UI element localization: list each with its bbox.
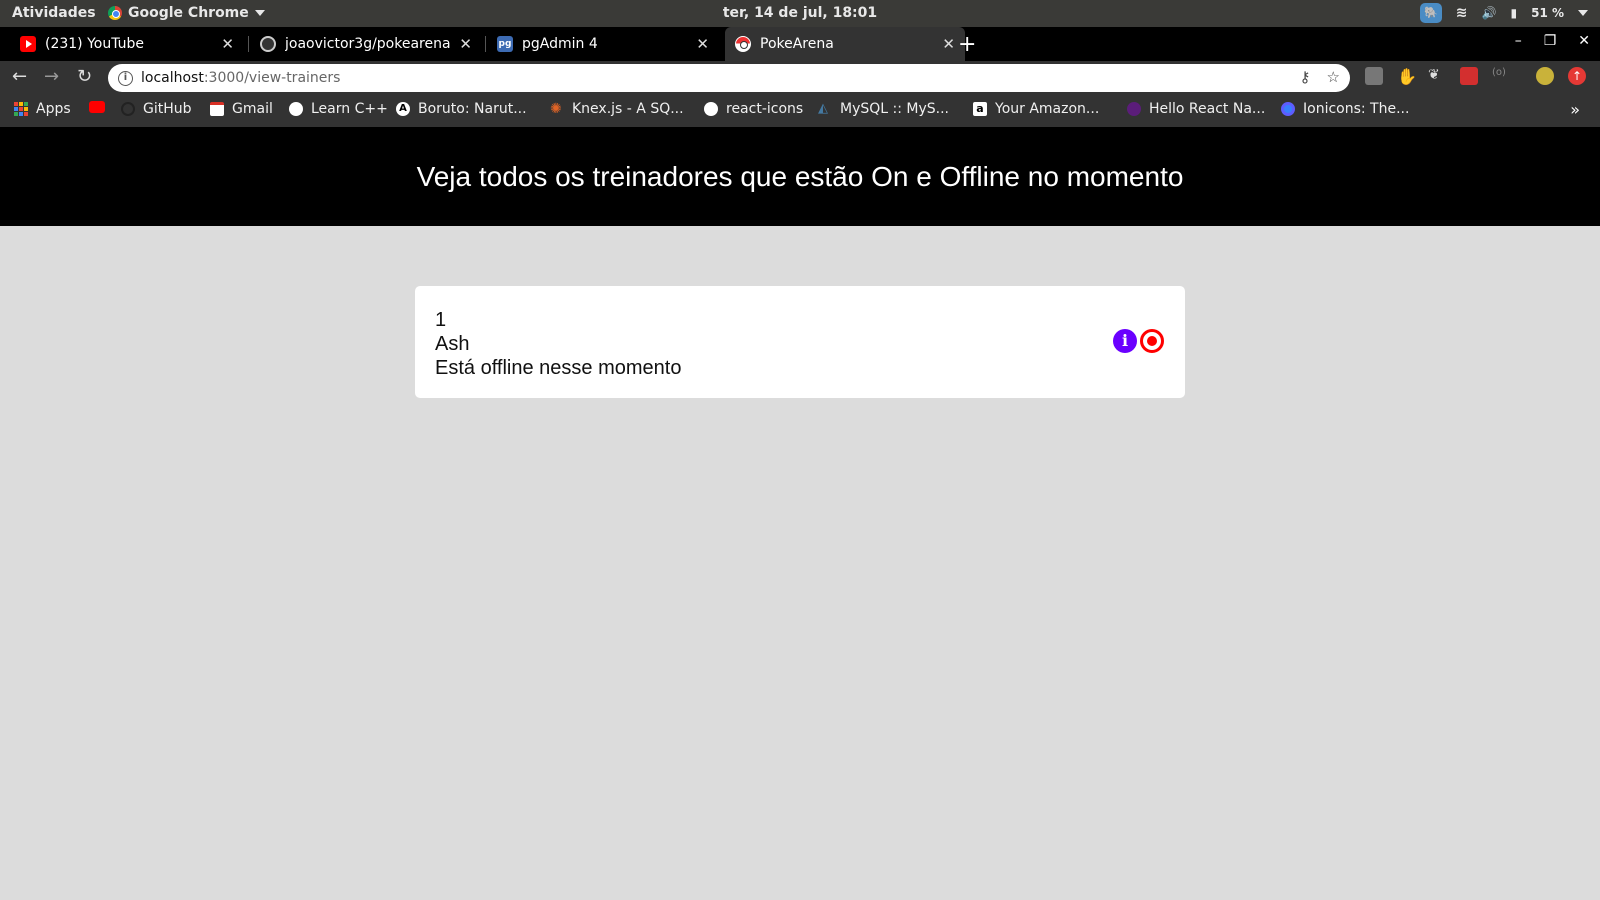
tab-pokearena[interactable]: PokeArena ✕ (725, 27, 965, 61)
bookmark-label: GitHub (143, 101, 192, 117)
address-bar-actions: ⚷ ☆ (1300, 68, 1340, 86)
more-bookmarks-icon[interactable]: » (1570, 100, 1580, 119)
bookmark-ionicons[interactable]: Ionicons: The... (1281, 101, 1409, 117)
bookmark-label: Hello React Na... (1149, 101, 1266, 117)
globe-icon (704, 102, 718, 116)
url-path: :3000/view-trainers (203, 70, 341, 86)
new-tab-button[interactable]: + (958, 32, 976, 57)
close-window-icon[interactable]: ✕ (1578, 33, 1590, 49)
battery-percent: 51 % (1531, 6, 1564, 20)
bookmarks-bar: Apps GitHub Gmail Learn C++ A Boruto: Na… (0, 94, 1600, 127)
close-icon[interactable]: ✕ (221, 35, 234, 53)
knex-icon: ✺ (550, 101, 562, 117)
trainer-actions: i (1113, 329, 1164, 353)
close-icon[interactable]: ✕ (942, 35, 955, 53)
hand-extension-icon[interactable]: ✋ (1397, 67, 1417, 86)
update-icon[interactable]: ↑ (1568, 67, 1586, 85)
react-native-icon (1127, 102, 1141, 116)
bookmark-label: react-icons (726, 101, 804, 117)
close-icon[interactable]: ✕ (459, 35, 472, 53)
tab-strip: (231) YouTube ✕ joaovictor3g/pokearena ✕… (0, 27, 1600, 61)
reload-icon[interactable]: ↻ (77, 66, 92, 87)
tab-youtube[interactable]: (231) YouTube ✕ (10, 27, 244, 61)
info-icon[interactable]: i (1113, 329, 1137, 353)
system-clock[interactable]: ter, 14 de jul, 18:01 (0, 5, 1600, 21)
bookmark-youtube[interactable] (89, 101, 113, 113)
page-header: Veja todos os treinadores que estão On e… (0, 127, 1600, 226)
globe-icon (289, 102, 303, 116)
browser-toolbar: ← → ↻ i localhost:3000/view-trainers ⚷ ☆… (0, 61, 1600, 94)
ionicons-icon (1281, 102, 1295, 116)
bookmark-apps[interactable]: Apps (14, 101, 71, 117)
bookmark-react-icons[interactable]: react-icons (704, 101, 803, 117)
bookmark-label: Knex.js - A SQ... (572, 101, 684, 117)
page-title: Veja todos os treinadores que estão On e… (416, 160, 1184, 192)
extension-icon[interactable] (1365, 67, 1383, 85)
bookmark-mysql[interactable]: ◭ MySQL :: MyS... (818, 101, 949, 117)
url-host: localhost (141, 70, 204, 86)
avatar[interactable] (1536, 67, 1554, 85)
bookmark-knex[interactable]: ✺ Knex.js - A SQ... (550, 101, 684, 117)
site-info-icon[interactable]: i (118, 70, 133, 86)
trainer-name: Ash (435, 333, 470, 355)
postgres-icon[interactable]: 🐘 (1419, 3, 1442, 23)
bookmark-label: Gmail (232, 101, 273, 117)
window-controls: – ❐ ✕ (1515, 33, 1590, 49)
bookmark-label: Apps (36, 101, 71, 117)
system-top-bar: Atividades Google Chrome ter, 14 de jul,… (0, 0, 1600, 27)
amazon-icon: a (973, 102, 987, 116)
bookmark-boruto[interactable]: A Boruto: Narut... (396, 101, 527, 117)
bookmark-gmail[interactable]: Gmail (210, 101, 273, 117)
bookmark-star-icon[interactable]: ☆ (1327, 68, 1340, 86)
minimize-icon[interactable]: – (1515, 33, 1522, 49)
bookmark-learn-cpp[interactable]: Learn C++ (289, 101, 388, 117)
tab-title: PokeArena (760, 36, 834, 52)
tab-divider (485, 36, 486, 52)
mysql-icon: ◭ (818, 101, 828, 116)
volume-icon: 🔊 (1481, 6, 1497, 20)
address-bar[interactable]: i localhost:3000/view-trainers ⚷ ☆ (108, 64, 1350, 92)
trainer-status-text: Está offline nesse momento (435, 357, 682, 379)
tab-github[interactable]: joaovictor3g/pokearena ✕ (250, 27, 482, 61)
forward-arrow-icon[interactable]: → (44, 66, 59, 87)
bookmark-github[interactable]: GitHub (121, 101, 192, 117)
key-icon[interactable]: ⚷ (1300, 68, 1311, 86)
anime-icon: A (396, 102, 410, 116)
restore-icon[interactable]: ❐ (1544, 33, 1557, 49)
trainer-card: 1 Ash Está offline nesse momento i (415, 286, 1185, 398)
youtube-icon (89, 101, 105, 113)
close-icon[interactable]: ✕ (696, 35, 709, 53)
extension-icon[interactable]: ❦ (1428, 67, 1446, 85)
youtube-icon (20, 36, 36, 52)
pgadmin-icon: pg (497, 36, 513, 52)
bookmark-label: Boruto: Narut... (418, 101, 527, 117)
bookmark-label: Your Amazon... (995, 101, 1100, 117)
pokeball-icon (735, 36, 751, 52)
github-icon (121, 102, 135, 116)
system-tray[interactable]: 🐘 ≋ 🔊 ▮ 51 % (1419, 3, 1588, 23)
tab-divider (248, 36, 249, 52)
trainer-id: 1 (435, 309, 447, 331)
chevron-down-icon (1578, 10, 1588, 16)
bookmark-label: Ionicons: The... (1303, 101, 1410, 117)
battery-icon: ▮ (1510, 6, 1518, 20)
bookmark-label: MySQL :: MyS... (840, 101, 950, 117)
tab-title: joaovictor3g/pokearena (285, 36, 451, 52)
wifi-icon: ≋ (1455, 5, 1468, 21)
offline-status-icon[interactable] (1140, 329, 1164, 353)
github-icon (260, 36, 276, 52)
tab-pgadmin[interactable]: pg pgAdmin 4 ✕ (487, 27, 719, 61)
back-arrow-icon[interactable]: ← (12, 66, 27, 87)
apps-grid-icon (14, 102, 28, 116)
bookmark-label: Learn C++ (311, 101, 388, 117)
extension-icon[interactable] (1460, 67, 1478, 85)
tab-title: pgAdmin 4 (522, 36, 598, 52)
tab-title: (231) YouTube (45, 36, 145, 52)
bookmark-react-native[interactable]: Hello React Na... (1127, 101, 1265, 117)
gmail-icon (210, 102, 224, 116)
extension-icon[interactable]: (o) (1492, 67, 1510, 85)
bookmark-amazon[interactable]: a Your Amazon... (973, 101, 1099, 117)
